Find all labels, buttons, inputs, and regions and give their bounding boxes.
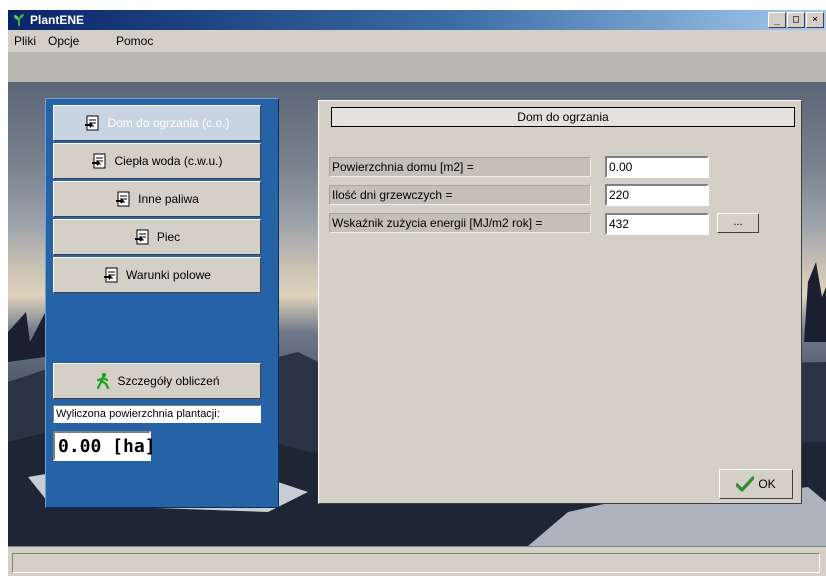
nav-button-inne-paliwa[interactable]: Inne paliwa [53,181,261,217]
menu-bar: Pliki Opcje Pomoc [8,30,826,52]
plant-icon [14,14,24,26]
heating-days-input[interactable] [605,184,709,206]
navigation-panel: Dom do ogrzania (c.o.) Ciepła woda (c.w.… [45,98,279,508]
menu-opcje[interactable]: Opcje [48,34,79,48]
document-icon [134,229,149,245]
menu-pomoc[interactable]: Pomoc [116,34,153,48]
title-bar[interactable]: PlantENE _ □ × [8,10,826,30]
calculated-area-value: 0.00 [ha] [53,431,156,461]
form-panel: Dom do ogrzania Powierzchnia domu [m2] =… [318,100,802,504]
nav-button-label: Inne paliwa [138,192,199,206]
house-area-label: Powierzchnia domu [m2] = [329,157,591,177]
status-bar [8,546,826,576]
details-button[interactable]: Szczegóły obliczeń [53,363,261,399]
close-button[interactable]: × [806,12,824,28]
energy-index-input[interactable] [605,213,709,235]
document-icon [104,267,118,283]
energy-index-more-button[interactable]: ... [717,213,759,233]
minimize-button[interactable]: _ [768,12,786,28]
heating-days-label: Ilość dni grzewczych = [329,185,591,205]
ok-button-label: OK [758,477,776,491]
walking-person-icon [97,373,110,390]
window-controls: _ □ × [768,12,824,28]
details-button-label: Szczegóły obliczeń [117,374,220,388]
status-field [12,553,820,573]
background-strip [8,52,826,82]
form-header: Dom do ogrzania [331,107,795,127]
nav-button-warunki-polowe[interactable]: Warunki polowe [53,257,261,293]
nav-button-ciepla-woda[interactable]: Ciepła woda (c.w.u.) [53,143,261,179]
window-title: PlantENE [30,13,85,27]
nav-button-label: Warunki polowe [126,268,211,282]
menu-pliki[interactable]: Pliki [14,34,36,48]
calculated-area-label: Wyliczona powierzchnia plantacji: [53,405,261,423]
maximize-button[interactable]: □ [787,12,805,28]
ok-button[interactable]: OK [719,469,793,499]
energy-index-label: Wskaźnik zużycia energii [MJ/m2 rok] = [329,213,591,233]
document-icon [116,191,130,207]
app-window: PlantENE _ □ × Pliki Opcje Pomoc Dom do … [8,10,826,576]
house-area-input[interactable] [605,156,709,178]
nav-button-piec[interactable]: Piec [53,219,261,255]
nav-button-label: Piec [156,230,181,244]
checkmark-icon [736,476,755,492]
nav-button-label: Ciepła woda (c.w.u.) [114,154,223,168]
document-icon [85,115,99,131]
document-icon [92,153,106,169]
nav-button-dom[interactable]: Dom do ogrzania (c.o.) [53,105,261,141]
nav-button-label: Dom do ogrzania (c.o.) [107,116,230,130]
